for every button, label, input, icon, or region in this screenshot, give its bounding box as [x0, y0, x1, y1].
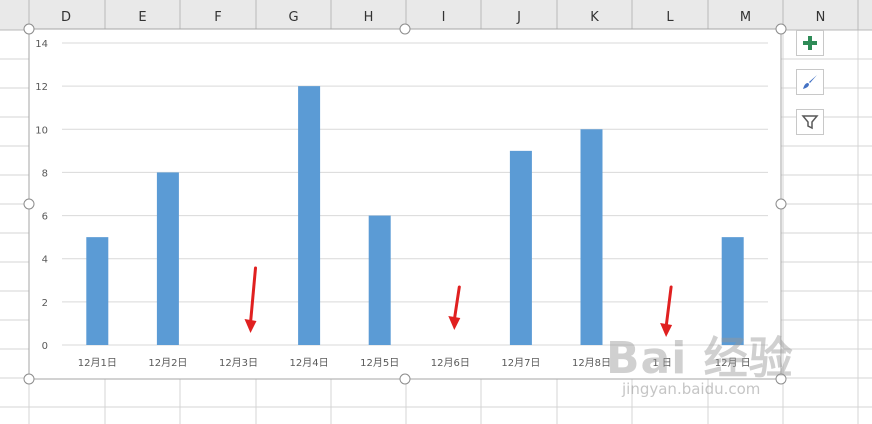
bar-4[interactable]: [298, 86, 321, 346]
column-header-e[interactable]: E: [138, 10, 146, 25]
bar-10[interactable]: [721, 237, 744, 345]
x-tick-label: 12月6日: [431, 357, 470, 369]
brush-icon: [803, 75, 817, 89]
resize-handle[interactable]: [775, 23, 787, 35]
y-tick-label: 12: [35, 82, 48, 93]
filter-icon: [801, 115, 819, 130]
x-tick-label: 12月7日: [501, 357, 540, 369]
resize-handle[interactable]: [23, 373, 35, 385]
bar-7[interactable]: [509, 150, 532, 345]
column-header-n[interactable]: N: [816, 10, 826, 25]
chart-filters-button[interactable]: [796, 109, 824, 135]
bar-8[interactable]: [580, 129, 603, 345]
y-tick-label: 14: [35, 39, 48, 50]
resize-handle[interactable]: [23, 198, 35, 210]
y-tick-label: 0: [42, 341, 48, 352]
x-tick-label: 12月5日: [360, 357, 399, 369]
resize-handle[interactable]: [399, 373, 411, 385]
column-header-i[interactable]: I: [442, 10, 446, 25]
bar-1[interactable]: [86, 237, 109, 345]
y-tick-label: 2: [42, 298, 48, 309]
column-header-d[interactable]: D: [61, 10, 71, 25]
resize-handle[interactable]: [23, 23, 35, 35]
x-tick-label: 12月3日: [219, 357, 258, 369]
chart-elements-button[interactable]: [796, 30, 824, 56]
resize-handle[interactable]: [399, 23, 411, 35]
y-tick-label: 8: [42, 168, 48, 179]
column-header-g[interactable]: G: [288, 10, 298, 25]
spreadsheet-grid[interactable]: D E F G H I J K L M N 0 2 4 6 8 10 12 14 12月1日 12月2日 12月3日 1…: [0, 0, 872, 424]
y-tick-label: 10: [35, 125, 48, 136]
column-header-l[interactable]: L: [666, 10, 674, 25]
column-header-h[interactable]: H: [364, 10, 374, 25]
x-tick-label: 12月 日: [715, 357, 751, 369]
x-tick-label: 12月8日: [572, 357, 611, 369]
column-header-k[interactable]: K: [590, 10, 599, 25]
chart-object[interactable]: 0 2 4 6 8 10 12 14 12月1日 12月2日 12月3日 12月4日 12月5日 12月…: [23, 23, 787, 385]
bar-5[interactable]: [368, 215, 391, 345]
column-header-m[interactable]: M: [740, 10, 751, 25]
x-tick-label: 1 日: [652, 358, 672, 369]
plus-icon: [803, 36, 817, 50]
column-header-f[interactable]: F: [214, 10, 221, 25]
x-tick-label: 12月1日: [78, 357, 117, 369]
x-tick-label: 12月2日: [148, 357, 187, 369]
x-tick-label: 12月4日: [290, 357, 329, 369]
resize-handle[interactable]: [775, 373, 787, 385]
column-header-j[interactable]: J: [516, 10, 521, 25]
y-tick-label: 4: [42, 255, 48, 266]
bar-2[interactable]: [156, 172, 179, 345]
resize-handle[interactable]: [775, 198, 787, 210]
y-tick-label: 6: [42, 212, 48, 223]
chart-styles-button[interactable]: [796, 69, 824, 95]
